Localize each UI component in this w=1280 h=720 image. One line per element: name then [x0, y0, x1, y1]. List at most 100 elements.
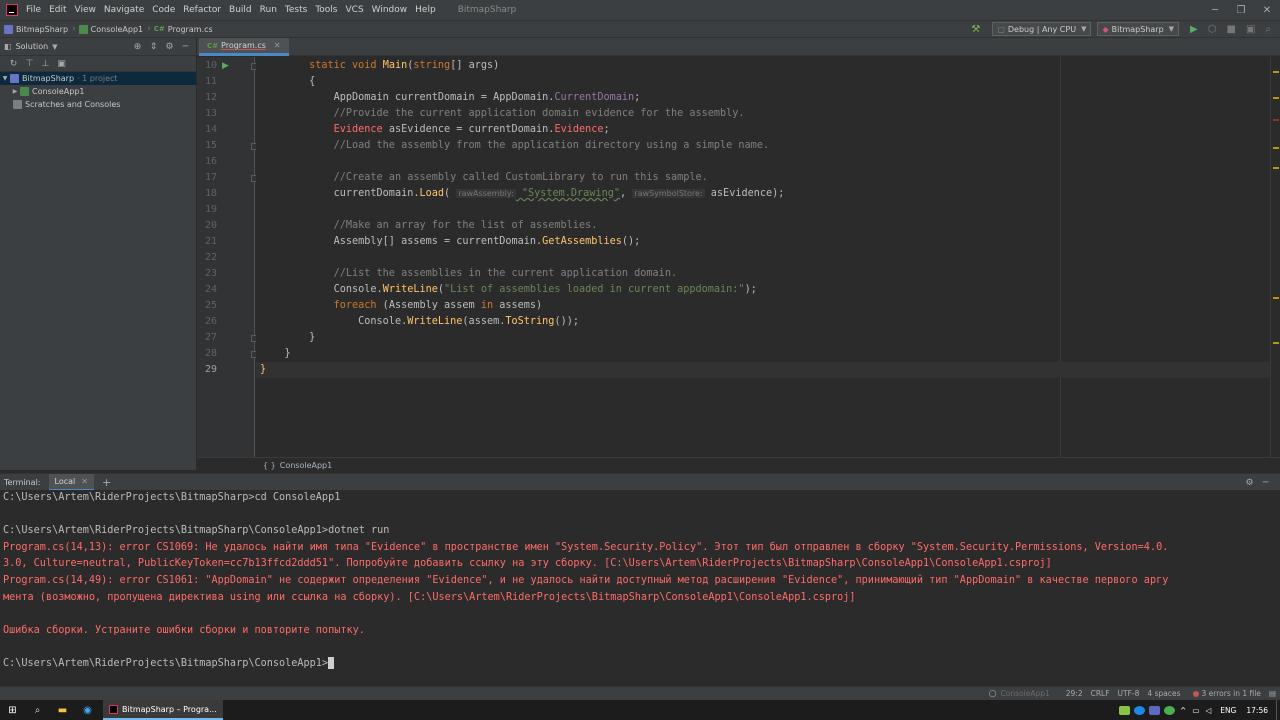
- debug-icon[interactable]: ⬡: [1208, 24, 1217, 35]
- stop-icon[interactable]: ■: [1226, 24, 1235, 35]
- breadcrumb-solution[interactable]: BitmapSharp: [0, 24, 68, 34]
- run-configuration-select[interactable]: ◆ BitmapSharp ▼: [1097, 22, 1180, 36]
- close-icon[interactable]: ✕: [1254, 0, 1280, 20]
- hide-icon[interactable]: ─: [179, 40, 192, 53]
- line-separator[interactable]: CRLF: [1091, 689, 1110, 698]
- preview-icon[interactable]: ▣: [55, 57, 68, 70]
- code-line[interactable]: //Load the assembly from the application…: [260, 138, 769, 154]
- hide-icon[interactable]: ─: [1259, 476, 1272, 489]
- line-number[interactable]: 25: [197, 300, 217, 311]
- status-context[interactable]: ○ ConsoleApp1: [989, 689, 1050, 699]
- input-language[interactable]: ENG: [1220, 706, 1236, 715]
- warning-marker[interactable]: [1273, 167, 1279, 169]
- volume-icon[interactable]: ◁: [1205, 706, 1211, 715]
- code-line[interactable]: Assembly[] assems = currentDomain.GetAss…: [260, 234, 641, 250]
- error-stripe[interactable]: [1270, 57, 1280, 457]
- network-icon[interactable]: ▭: [1192, 706, 1199, 715]
- menu-item-tests[interactable]: Tests: [285, 5, 307, 15]
- run-icon[interactable]: ▶: [1190, 24, 1198, 35]
- menu-item-help[interactable]: Help: [415, 5, 436, 15]
- taskbar-rider-window[interactable]: BitmapSharp – Progra...: [103, 700, 223, 720]
- minimize-icon[interactable]: ─: [1202, 0, 1228, 20]
- line-number[interactable]: 11: [197, 76, 217, 87]
- tree-item-project[interactable]: ▶ ConsoleApp1: [0, 85, 196, 98]
- code-line[interactable]: //List the assemblies in the current app…: [260, 266, 677, 282]
- line-number[interactable]: 24: [197, 284, 217, 295]
- menu-item-navigate[interactable]: Navigate: [104, 5, 144, 15]
- code-line[interactable]: currentDomain.Load( rawAssembly: "System…: [260, 186, 785, 202]
- line-number[interactable]: 28: [197, 348, 217, 359]
- menu-item-code[interactable]: Code: [152, 5, 175, 15]
- warning-marker[interactable]: [1273, 342, 1279, 344]
- close-icon[interactable]: ✕: [274, 41, 281, 50]
- memory-icon[interactable]: ▤: [1269, 689, 1276, 698]
- run-gutter-icon[interactable]: ▶: [222, 61, 229, 71]
- gear-icon[interactable]: ⚙: [163, 40, 176, 53]
- tray-app-icon[interactable]: [1164, 705, 1176, 715]
- line-number[interactable]: 17: [197, 172, 217, 183]
- tab-program-cs[interactable]: C# Program.cs ✕: [199, 38, 289, 56]
- menu-item-refactor[interactable]: Refactor: [183, 5, 221, 15]
- line-number[interactable]: 12: [197, 92, 217, 103]
- refresh-icon[interactable]: ↻: [7, 57, 20, 70]
- line-number[interactable]: 15: [197, 140, 217, 151]
- line-number[interactable]: 26: [197, 316, 217, 327]
- layout-icon[interactable]: ▣: [1246, 24, 1255, 35]
- warning-marker[interactable]: [1273, 297, 1279, 299]
- code-line[interactable]: Console.WriteLine("List of assemblies lo…: [260, 282, 757, 298]
- tree-item-solution[interactable]: ▼ BitmapSharp · 1 project: [0, 72, 196, 85]
- menu-item-edit[interactable]: Edit: [49, 5, 66, 15]
- tree-item-scratches[interactable]: Scratches and Consoles: [0, 98, 196, 111]
- line-number[interactable]: 14: [197, 124, 217, 135]
- code-line[interactable]: //Provide the current application domain…: [260, 106, 745, 122]
- close-icon[interactable]: ✕: [81, 477, 88, 486]
- menu-item-window[interactable]: Window: [372, 5, 408, 15]
- caret-position[interactable]: 29:2: [1066, 689, 1083, 698]
- add-terminal-icon[interactable]: +: [102, 476, 111, 489]
- line-number[interactable]: 22: [197, 252, 217, 263]
- target-icon[interactable]: ⊕: [131, 40, 144, 53]
- configuration-select[interactable]: ▢ Debug | Any CPU ▼: [992, 22, 1092, 36]
- code-line[interactable]: //Create an assembly called CustomLibrar…: [260, 170, 708, 186]
- breadcrumb-file[interactable]: C# Program.cs: [154, 25, 213, 34]
- code-line[interactable]: {: [260, 74, 315, 90]
- line-number[interactable]: 10: [197, 60, 217, 71]
- line-number[interactable]: 13: [197, 108, 217, 119]
- code-line[interactable]: Console.WriteLine(assem.ToString());: [260, 314, 579, 330]
- gear-icon[interactable]: ⚙: [1243, 476, 1256, 489]
- windows-start-icon[interactable]: ⊞: [0, 700, 25, 720]
- warning-marker[interactable]: [1273, 147, 1279, 149]
- code-line[interactable]: }: [260, 346, 291, 362]
- line-number[interactable]: 27: [197, 332, 217, 343]
- search-icon[interactable]: ⌕: [1265, 24, 1271, 35]
- file-encoding[interactable]: UTF-8: [1118, 689, 1140, 698]
- line-number[interactable]: 29: [197, 364, 217, 375]
- restore-icon[interactable]: ❐: [1228, 0, 1254, 20]
- menu-item-file[interactable]: File: [26, 5, 41, 15]
- code-editor[interactable]: static void Main(string[] args) { AppDom…: [256, 57, 1270, 457]
- indent-setting[interactable]: 4 spaces: [1147, 689, 1180, 698]
- code-line[interactable]: AppDomain currentDomain = AppDomain.Curr…: [260, 90, 641, 106]
- clock[interactable]: 17:56: [1246, 706, 1268, 715]
- breadcrumb-project[interactable]: ConsoleApp1: [78, 24, 143, 34]
- tray-app-icon[interactable]: [1134, 705, 1146, 715]
- search-icon[interactable]: ⌕: [25, 700, 50, 720]
- line-number[interactable]: 19: [197, 204, 217, 215]
- menu-item-tools[interactable]: Tools: [315, 5, 337, 15]
- code-line[interactable]: foreach (Assembly assem in assems): [260, 298, 543, 314]
- solution-title[interactable]: Solution: [16, 42, 49, 51]
- tray-app-icon[interactable]: [1119, 705, 1131, 715]
- file-explorer-icon[interactable]: ▬: [50, 700, 75, 720]
- error-marker[interactable]: [1273, 119, 1279, 121]
- collapse-all-icon[interactable]: ⇕: [147, 40, 160, 53]
- editor-gutter[interactable]: 10 11 12 13 14 15 16 17 18 19 20 21 22 23 24 25 26 27 28 29…: [197, 57, 258, 457]
- chevron-down-icon[interactable]: ▼: [52, 43, 57, 51]
- line-number[interactable]: 18: [197, 188, 217, 199]
- line-number[interactable]: 23: [197, 268, 217, 279]
- code-line[interactable]: //Make an array for the list of assembli…: [260, 218, 598, 234]
- code-breadcrumb[interactable]: { } ConsoleApp1: [197, 457, 1280, 472]
- build-hammer-icon[interactable]: ⚒: [971, 24, 980, 35]
- pin-icon[interactable]: ⊥: [39, 57, 52, 70]
- expanded-triangle-icon[interactable]: ▼: [0, 75, 10, 82]
- menu-item-run[interactable]: Run: [260, 5, 277, 15]
